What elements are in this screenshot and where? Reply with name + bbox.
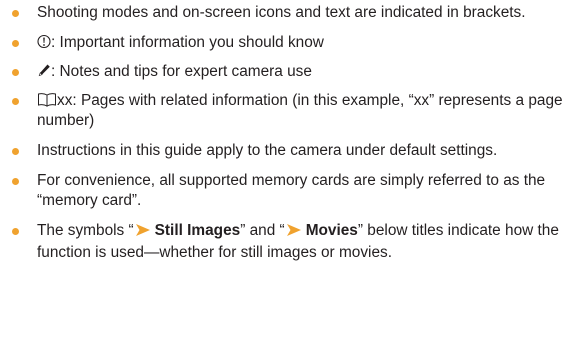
list-item-default-settings: Instructions in this guide apply to the … (10, 141, 571, 161)
list-item-text: For convenience, all supported memory ca… (37, 172, 546, 209)
bullet-icon (12, 69, 19, 76)
list-item-text: Instructions in this guide apply to the … (37, 142, 498, 159)
important-icon (37, 34, 51, 49)
arrow-right-icon (135, 223, 151, 243)
bullet-icon (12, 10, 19, 17)
list-item-memory-card: For convenience, all supported memory ca… (10, 171, 571, 211)
list-item-text: : Important information you should know (51, 34, 324, 51)
still-images-label: Still Images (154, 222, 241, 239)
arrow-right-icon (286, 223, 302, 243)
notes-list: Shooting modes and on-screen icons and t… (10, 3, 571, 263)
movies-label: Movies (305, 222, 358, 239)
bullet-icon (12, 40, 19, 47)
list-item-shooting-modes: Shooting modes and on-screen icons and t… (10, 3, 571, 23)
list-item-related-pages: xx: Pages with related information (in t… (10, 91, 571, 131)
list-item-symbols: The symbols “Still Images” and “Movies” … (10, 221, 571, 263)
list-item-text: Shooting modes and on-screen icons and t… (37, 4, 526, 21)
bullet-icon (12, 98, 19, 105)
bullet-icon (12, 148, 19, 155)
list-item-text: : Notes and tips for expert camera use (51, 63, 312, 80)
list-item-text: ” and “ (240, 222, 285, 239)
bullet-icon (12, 228, 19, 235)
list-item-text: The symbols “ (37, 222, 134, 239)
list-item-important: : Important information you should know (10, 33, 571, 53)
list-item-text: xx: Pages with related information (in t… (37, 92, 563, 129)
bullet-icon (12, 178, 19, 185)
list-item-notes-tips: : Notes and tips for expert camera use (10, 62, 571, 82)
manual-page: Shooting modes and on-screen icons and t… (0, 0, 581, 356)
book-icon (37, 92, 57, 107)
pencil-icon (37, 63, 51, 78)
